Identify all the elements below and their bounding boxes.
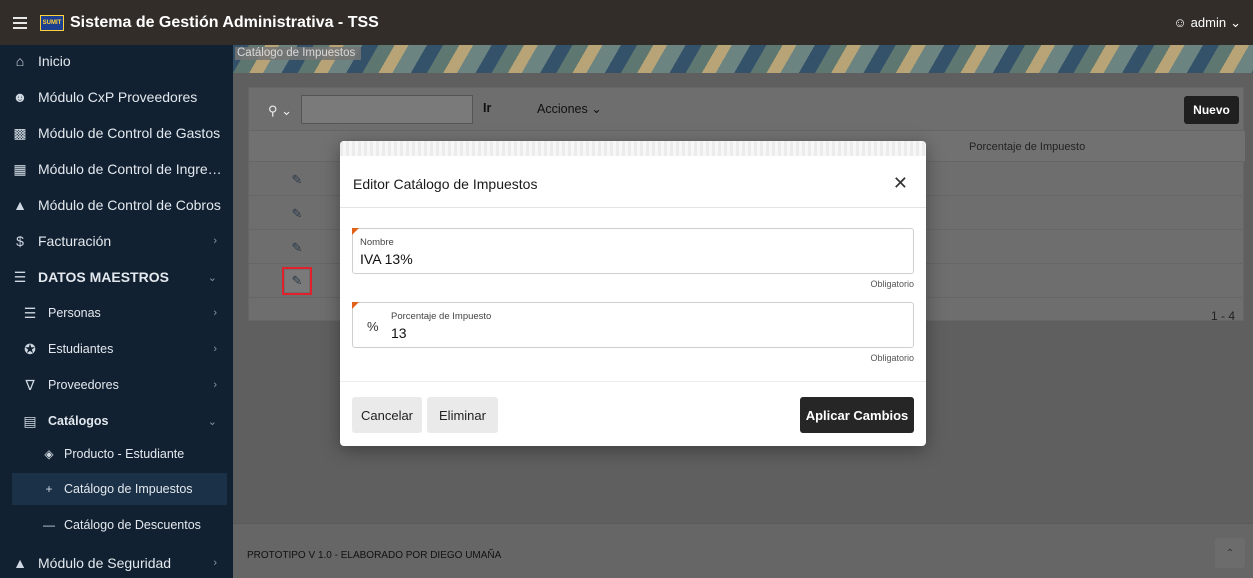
- sidebar-item-seguridad[interactable]: ▲ Módulo de Seguridad ›: [0, 546, 233, 578]
- new-button[interactable]: Nuevo: [1184, 96, 1239, 124]
- percent-icon: %: [367, 319, 379, 334]
- minus-icon: —: [43, 518, 55, 532]
- user-name: admin: [1190, 15, 1227, 30]
- sidebar-item-cxp[interactable]: ☻ Módulo CxP Proveedores: [0, 80, 233, 114]
- sidebar-item-inicio[interactable]: ⌂ Inicio: [0, 45, 233, 77]
- hamburger-menu-icon[interactable]: [0, 16, 40, 29]
- go-button[interactable]: Ir: [483, 101, 491, 115]
- breadcrumb[interactable]: Catálogo de Impuestos: [235, 47, 362, 60]
- search-column-button[interactable]: ⚲ ⌄: [259, 98, 301, 124]
- sidebar-item-proveedores[interactable]: ∇ Proveedores ›: [0, 368, 233, 402]
- nombre-field[interactable]: Nombre: [352, 228, 914, 274]
- person-icon: ☻: [12, 89, 28, 105]
- app-logo: SUMIT: [40, 14, 64, 31]
- pagination-info: 1 - 4: [1210, 309, 1235, 323]
- edit-icon[interactable]: ✎: [287, 171, 307, 189]
- divider: [340, 207, 926, 208]
- user-icon: ☺: [1173, 15, 1187, 30]
- nombre-label: Nombre: [360, 237, 394, 248]
- chevron-down-icon: ⌄: [281, 103, 293, 118]
- sidebar-item-facturacion[interactable]: $ Facturación ›: [0, 224, 233, 258]
- cancel-button[interactable]: Cancelar: [352, 397, 422, 433]
- book-icon: ▦: [13, 160, 27, 177]
- app-header: SUMIT Sistema de Gestión Administrativa …: [0, 0, 1253, 45]
- clipboard-icon: ▤: [23, 412, 37, 429]
- sidebar-item-catalogos[interactable]: ▤ Catálogos ⌄: [0, 404, 233, 438]
- chevron-down-icon: ⌄: [591, 102, 602, 116]
- scroll-top-button[interactable]: ⌃: [1215, 538, 1245, 568]
- dialog-title: Editor Catálogo de Impuestos: [353, 176, 538, 192]
- porcentaje-label: Porcentaje de Impuesto: [391, 311, 492, 322]
- chevron-up-icon: ⌃: [1225, 547, 1235, 559]
- chevron-down-icon: ⌄: [207, 415, 217, 428]
- page-footer: PROTOTIPO V 1.0 - ELABORADO POR DIEGO UM…: [233, 523, 1253, 578]
- edit-icon[interactable]: ✎: [287, 205, 307, 223]
- footer-text: PROTOTIPO V 1.0 - ELABORADO POR DIEGO UM…: [247, 550, 502, 561]
- user-menu[interactable]: ☺ admin ⌄: [1173, 0, 1241, 45]
- sidebar: ⌂ Inicio ☻ Módulo CxP Proveedores ▩ Módu…: [0, 45, 233, 578]
- close-icon[interactable]: ✕: [893, 173, 908, 194]
- chevron-right-icon: ›: [213, 379, 217, 391]
- home-icon: ⌂: [15, 53, 25, 69]
- column-header-porcentaje[interactable]: Porcentaje de Impuesto: [969, 141, 1085, 153]
- sidebar-item-gastos[interactable]: ▩ Módulo de Control de Gastos: [0, 116, 233, 150]
- chevron-right-icon: ›: [213, 235, 217, 247]
- graduation-cap-icon: ▲: [13, 197, 27, 213]
- chevron-down-icon: ⌄: [207, 271, 217, 284]
- sidebar-item-ingresos[interactable]: ▦ Módulo de Control de Ingresos: [0, 152, 233, 186]
- edit-dialog: Editor Catálogo de Impuestos ✕ Nombre Ob…: [340, 141, 926, 446]
- edit-icon[interactable]: ✎: [282, 267, 312, 295]
- dialog-pattern: [340, 141, 926, 156]
- chevron-down-icon: ⌄: [1230, 14, 1241, 30]
- sidebar-item-cobros[interactable]: ▲ Módulo de Control de Cobros: [0, 188, 233, 222]
- chevron-right-icon: ›: [213, 307, 217, 319]
- sidebar-item-personas[interactable]: ☰ Personas ›: [0, 296, 233, 330]
- box-icon: ◈: [44, 447, 54, 461]
- search-input[interactable]: [301, 95, 473, 124]
- sidebar-item-catalogo-impuestos[interactable]: + Catálogo de Impuestos: [12, 473, 227, 505]
- sidebar-item-estudiantes[interactable]: ✪ Estudiantes ›: [0, 332, 233, 366]
- apply-changes-button[interactable]: Aplicar Cambios: [800, 397, 914, 433]
- app-title: Sistema de Gestión Administrativa - TSS: [70, 13, 379, 31]
- truck-icon: ∇: [25, 376, 35, 393]
- divider: [340, 381, 926, 382]
- database-user-icon: ☰: [23, 304, 37, 321]
- search-icon: ⚲: [267, 103, 278, 118]
- porcentaje-field[interactable]: % Porcentaje de Impuesto: [352, 302, 914, 348]
- porcentaje-required-hint: Obligatorio: [870, 353, 914, 363]
- sidebar-item-catalogo-descuentos[interactable]: — Catálogo de Descuentos: [0, 508, 233, 542]
- chevron-right-icon: ›: [213, 557, 217, 569]
- edit-icon[interactable]: ✎: [287, 239, 307, 257]
- delete-button[interactable]: Eliminar: [427, 397, 498, 433]
- dollar-icon: $: [16, 233, 24, 249]
- porcentaje-input[interactable]: [391, 325, 891, 341]
- nombre-input[interactable]: [360, 251, 860, 267]
- student-icon: ✪: [24, 340, 36, 357]
- chevron-right-icon: ›: [213, 343, 217, 355]
- database-icon: ☰: [13, 268, 27, 285]
- lock-icon: ▲: [13, 555, 27, 571]
- sidebar-item-datos-maestros[interactable]: ☰ DATOS MAESTROS ⌄: [0, 260, 233, 294]
- report-toolbar: ⚲ ⌄ Ir Acciones ⌄ Nuevo: [249, 88, 1245, 130]
- sidebar-item-producto-estudiante[interactable]: ◈ Producto - Estudiante: [0, 437, 233, 471]
- nombre-required-hint: Obligatorio: [870, 279, 914, 289]
- page-banner: Catálogo de Impuestos: [233, 45, 1253, 73]
- actions-menu-button[interactable]: Acciones ⌄: [537, 101, 602, 116]
- plus-icon: +: [45, 482, 53, 496]
- money-icon: ▩: [13, 124, 27, 141]
